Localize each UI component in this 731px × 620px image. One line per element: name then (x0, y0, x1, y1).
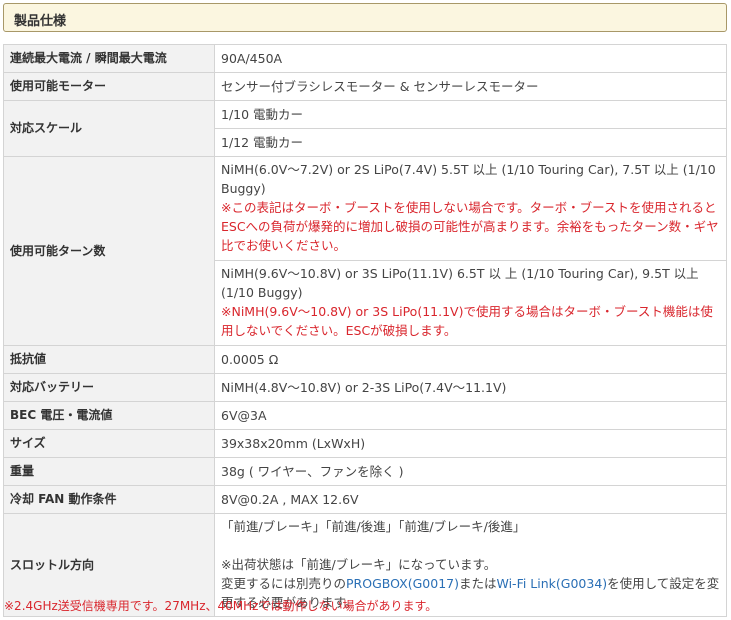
wifi-link-link[interactable]: Wi-Fi Link(G0034) (497, 576, 608, 591)
row-label: 使用可能モーター (3, 72, 215, 101)
table-row: 冷却 FAN 動作条件 8V@0.2A , MAX 12.6V (3, 485, 727, 514)
spec-table: 連続最大電流 / 瞬間最大電流 90A/450A 使用可能モーター センサー付ブ… (3, 44, 727, 617)
turn-warning-note: ※この表記はターボ・ブーストを使用しない場合です。ターボ・ブーストを使用されると… (221, 200, 719, 253)
table-row: BEC 電圧・電流値 6V@3A (3, 401, 727, 430)
row-label: 抵抗値 (3, 345, 215, 374)
progbox-link[interactable]: PROGBOX(G0017) (346, 576, 459, 591)
row-label: 連続最大電流 / 瞬間最大電流 (3, 44, 215, 73)
table-row: 抵抗値 0.0005 Ω (3, 345, 727, 374)
row-value: 1/12 電動カー (214, 128, 727, 157)
turn-spec-text: NiMH(6.0V〜7.2V) or 2S LiPo(7.4V) 5.5T 以上… (221, 162, 716, 196)
row-label: 対応スケール (3, 100, 215, 157)
section-title: 製品仕様 (14, 14, 67, 29)
turn-warning-note: ※NiMH(9.6V〜10.8V) or 3S LiPo(11.1V)で使用する… (221, 304, 713, 338)
table-row: 対応スケール 1/10 電動カー (3, 100, 727, 157)
table-row: 対応バッテリー NiMH(4.8V〜10.8V) or 2-3S LiPo(7.… (3, 373, 727, 402)
table-row: サイズ 39x38x20mm (LxWxH) (3, 429, 727, 458)
row-label: サイズ (3, 429, 215, 458)
row-value: 1/10 電動カー (214, 100, 727, 129)
row-value: 39x38x20mm (LxWxH) (214, 429, 727, 458)
row-label: 対応バッテリー (3, 373, 215, 402)
row-value: NiMH(6.0V〜7.2V) or 2S LiPo(7.4V) 5.5T 以上… (214, 156, 727, 261)
row-value: センサー付ブラシレスモーター & センサーレスモーター (214, 72, 727, 101)
row-value: 0.0005 Ω (214, 345, 727, 374)
turn-spec-text: NiMH(9.6V〜10.8V) or 3S LiPo(11.1V) 6.5T … (221, 266, 699, 300)
throttle-modes: 「前進/ブレーキ」「前進/後進」「前進/ブレーキ/後進」 (221, 519, 526, 534)
footnote: ※2.4GHz送受信機専用です。27MHz、40MHzでは動作しない場合がありま… (4, 599, 438, 613)
row-label: BEC 電圧・電流値 (3, 401, 215, 430)
section-header: 製品仕様 (3, 3, 727, 32)
row-label: 冷却 FAN 動作条件 (3, 485, 215, 514)
row-label: 使用可能ターン数 (3, 156, 215, 346)
row-value: 38g ( ワイヤー、ファンを除く ) (214, 457, 727, 486)
table-row: 使用可能モーター センサー付ブラシレスモーター & センサーレスモーター (3, 72, 727, 101)
row-value: NiMH(4.8V〜10.8V) or 2-3S LiPo(7.4V〜11.1V… (214, 373, 727, 402)
row-value: 8V@0.2A , MAX 12.6V (214, 485, 727, 514)
row-value: 6V@3A (214, 401, 727, 430)
row-value: NiMH(9.6V〜10.8V) or 3S LiPo(11.1V) 6.5T … (214, 260, 727, 346)
row-label: 重量 (3, 457, 215, 486)
row-value: 90A/450A (214, 44, 727, 73)
shipping-note: ※出荷状態は「前進/ブレーキ」になっています。 (221, 557, 497, 572)
table-row: 使用可能ターン数 NiMH(6.0V〜7.2V) or 2S LiPo(7.4V… (3, 156, 727, 346)
table-row: 重量 38g ( ワイヤー、ファンを除く ) (3, 457, 727, 486)
table-row: 連続最大電流 / 瞬間最大電流 90A/450A (3, 44, 727, 73)
